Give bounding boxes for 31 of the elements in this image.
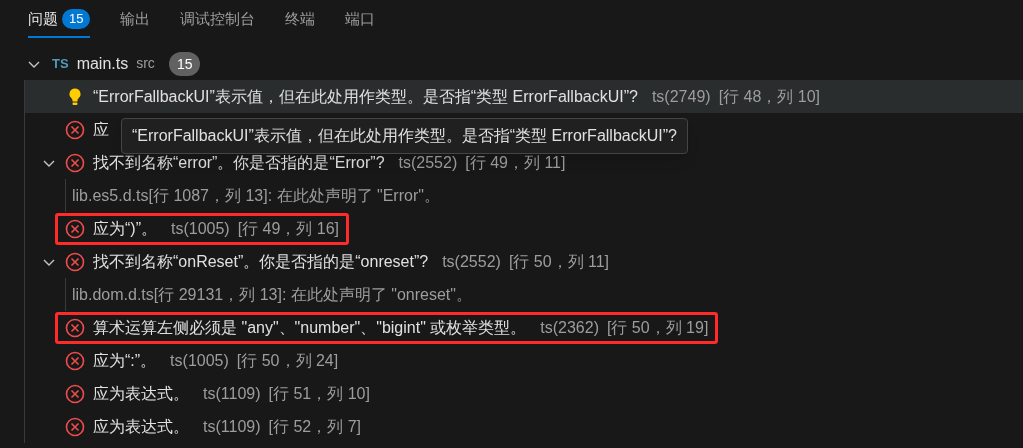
problem-message: 应为“:”。 (93, 350, 157, 371)
problem-message: 找不到名称“error”。你是否指的是“Error”? (93, 152, 385, 173)
problem-message: 应 (93, 119, 109, 140)
problem-code: ts(1109) (203, 416, 261, 437)
count-badge: 15 (168, 51, 201, 76)
problem-message: 算术运算左侧必须是 "any"、"number"、"bigint" 或枚举类型。 (93, 317, 527, 338)
count-badge: 15 (62, 8, 91, 29)
problem-code: ts(1005) (171, 218, 230, 239)
problem-location: [行 52，列 7] (268, 416, 361, 437)
problem-message: 应为表达式。 (93, 416, 189, 437)
problem-message: 应为表达式。 (93, 383, 189, 404)
file-type-label: TS (52, 54, 69, 73)
problem-message: “ErrorFallbackUI”表示值，但在此处用作类型。是否指“类型 ErrorFallbackUI”? (93, 86, 638, 107)
problem-code: ts(2552) (442, 251, 501, 272)
file-path: src (136, 54, 155, 73)
problem-location: [行 50，列 24] (236, 350, 339, 371)
problem-message: 找不到名称“onReset”。你是否指的是“onreset”? (93, 251, 429, 272)
problem-location: [行 50，列 11] (508, 251, 610, 272)
problem-code: ts(2749) (651, 86, 711, 107)
problem-location: [行 48，列 10] (718, 86, 820, 107)
problem-code: ts(2552) (398, 152, 458, 173)
problem-code: ts(1109) (203, 383, 261, 404)
problem-location: [行 51，列 10] (268, 383, 370, 404)
problem-location: [行 50，列 19] (606, 317, 709, 338)
problem-message: 应为“)”。 (93, 218, 157, 239)
problem-location: [行 49，列 11] (465, 152, 566, 173)
file-name: main.ts (76, 53, 129, 74)
tooltip: “ErrorFallbackUI”表示值，但在此处用作类型。是否指“类型 ErrorFallbackUI”? (121, 118, 688, 154)
problem-code: ts(1005) (170, 350, 229, 371)
problem-code: ts(2362) (540, 317, 599, 338)
problem-location: [行 49，列 16] (237, 218, 340, 239)
